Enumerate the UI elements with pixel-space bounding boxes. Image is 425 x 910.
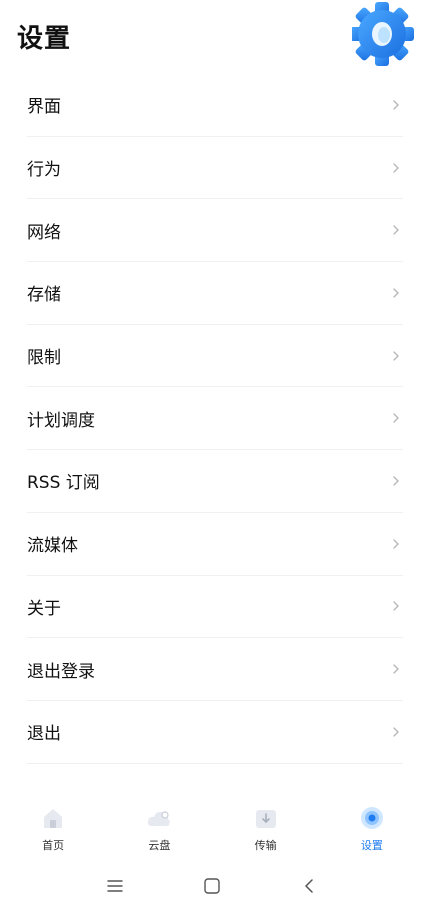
menu-item-label: 计划调度: [27, 410, 95, 431]
menu-item-label: 行为: [27, 160, 61, 181]
tab-settings[interactable]: 设置: [319, 800, 425, 860]
system-navigation-bar: [0, 870, 425, 902]
menu-item-exit[interactable]: 退出: [27, 701, 403, 764]
tab-home[interactable]: 首页: [0, 800, 106, 860]
chevron-right-icon: [393, 413, 399, 423]
menu-item-label: 网络: [27, 222, 61, 243]
settings-icon: [360, 807, 383, 829]
tab-label: 云盘: [148, 839, 171, 852]
gear-icon: [352, 2, 414, 66]
tab-transfer[interactable]: 传输: [213, 800, 319, 860]
menu-item-label: 关于: [27, 598, 61, 619]
tab-label: 首页: [42, 839, 65, 852]
page-title: 设置: [17, 24, 72, 54]
menu-item-label: 界面: [27, 97, 61, 118]
chevron-right-icon: [393, 664, 399, 674]
chevron-right-icon: [393, 350, 399, 361]
menu-item-behavior[interactable]: 行为: [27, 137, 403, 200]
menu-item-logout[interactable]: 退出登录: [27, 638, 403, 701]
menu-item-label: 退出: [27, 724, 61, 745]
menu-item-label: 限制: [27, 348, 61, 369]
menu-item-label: 流媒体: [27, 536, 78, 557]
cloud-icon: [148, 811, 171, 826]
menu-icon[interactable]: [105, 876, 125, 896]
chevron-right-icon: [393, 100, 399, 110]
menu-item-label: 退出登录: [27, 661, 95, 682]
chevron-right-icon: [393, 162, 399, 173]
chevron-right-icon: [393, 476, 399, 486]
chevron-right-icon: [393, 288, 399, 298]
back-icon[interactable]: [299, 876, 319, 896]
menu-item-streaming[interactable]: 流媒体: [27, 513, 403, 576]
home-square-icon[interactable]: [202, 876, 222, 896]
chevron-right-icon: [393, 225, 399, 235]
menu-item-label: 存储: [27, 285, 61, 306]
menu-item-scheduler[interactable]: 计划调度: [27, 387, 403, 451]
menu-item-interface[interactable]: 界面: [27, 74, 403, 137]
home-icon: [44, 809, 63, 828]
menu-item-label: RSS 订阅: [27, 473, 100, 494]
tab-label: 设置: [360, 839, 383, 852]
menu-item-limits[interactable]: 限制: [27, 325, 403, 388]
chevron-right-icon: [393, 601, 399, 612]
chevron-right-icon: [393, 727, 399, 737]
chevron-right-icon: [393, 538, 399, 549]
menu-item-rss[interactable]: RSS 订阅: [27, 450, 403, 513]
menu-item-storage[interactable]: 存储: [27, 262, 403, 325]
menu-item-network[interactable]: 网络: [27, 199, 403, 263]
app-header: 设置: [0, 0, 425, 76]
bottom-tab-bar: 首页 云盘 传输 设置: [0, 800, 425, 860]
settings-menu: 界面 行为 网络 存储 限制 计划调度 RSS 订阅 流媒体 关于 退出登录 退…: [0, 74, 425, 764]
menu-item-about[interactable]: 关于: [27, 576, 403, 639]
transfer-icon: [255, 810, 276, 828]
tab-cloud[interactable]: 云盘: [106, 800, 212, 860]
tab-label: 传输: [254, 839, 277, 852]
